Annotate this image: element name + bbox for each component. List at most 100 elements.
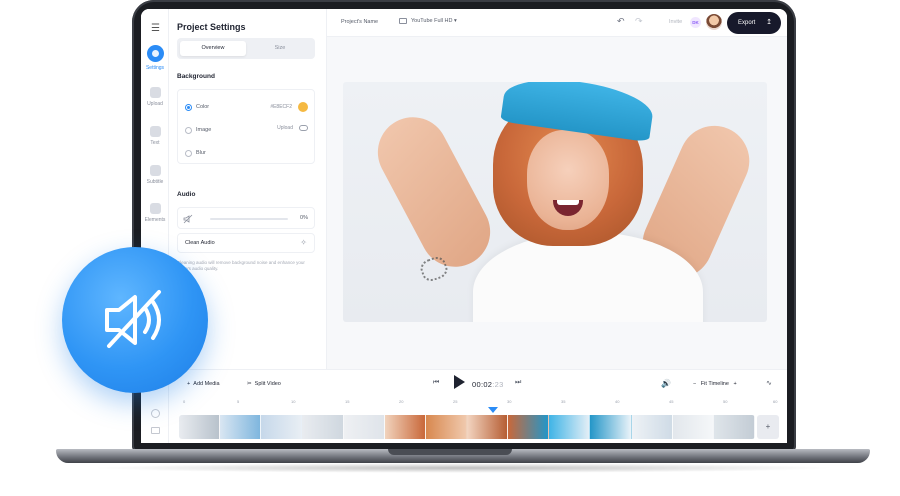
color-label: Color <box>196 104 210 110</box>
top-bar: Project's Name YouTube Full HD ▾ ↶ ↷ Inv… <box>327 9 787 37</box>
color-option[interactable]: Color <box>185 102 209 112</box>
ruler-tick: 50 <box>723 399 728 404</box>
text-icon <box>149 126 161 137</box>
tab-size[interactable]: Size <box>247 41 313 56</box>
add-media-button[interactable]: + Add Media <box>187 381 220 387</box>
clean-audio-label: Clean Audio <box>185 240 215 246</box>
panel-title: Project Settings <box>177 22 246 32</box>
video-arm-left <box>365 104 503 280</box>
fast-forward-icon[interactable]: ⏭ <box>515 379 521 387</box>
ruler-tick: 60 <box>773 399 778 404</box>
timeline-ruler[interactable]: 0 5 10 15 20 25 30 35 40 45 50 60 <box>179 399 781 411</box>
split-video-button[interactable]: ✂ Split Video <box>247 381 281 387</box>
sidebar-item-label: Subtitle <box>146 179 164 185</box>
color-value: #E8ECF2 <box>270 104 292 110</box>
sparkle-icon: ✧ <box>300 238 307 247</box>
split-video-label: Split Video <box>254 381 281 387</box>
redo-icon[interactable]: ↷ <box>635 16 643 27</box>
blur-option[interactable]: Blur <box>185 148 206 158</box>
mute-badge <box>62 247 208 393</box>
background-options: Color #E8ECF2 Image Upload Blur <box>177 89 315 164</box>
app-screen: ☰ Settings Upload Text Subtitle Elements… <box>141 9 787 443</box>
sidebar-item-text[interactable]: Text <box>141 126 169 146</box>
ruler-tick: 0 <box>183 399 186 404</box>
preview-stage <box>327 37 787 369</box>
sidebar-item-subtitle[interactable]: Subtitle <box>141 165 169 185</box>
cloud-upload-icon <box>299 125 308 131</box>
ruler-tick: 40 <box>615 399 620 404</box>
track-frame <box>220 415 262 439</box>
menu-icon[interactable]: ☰ <box>151 23 160 34</box>
laptop-shadow <box>90 463 836 473</box>
play-button[interactable] <box>454 375 465 389</box>
ruler-tick: 20 <box>399 399 404 404</box>
zoom-control[interactable]: − Fit Timeline + <box>693 381 737 387</box>
video-track[interactable] <box>179 415 755 439</box>
track-frame <box>179 415 221 439</box>
color-swatch[interactable] <box>298 102 308 112</box>
user-initials-badge[interactable]: DK <box>690 17 701 28</box>
upload-group[interactable]: Upload <box>277 125 308 131</box>
undo-icon[interactable]: ↶ <box>617 16 625 27</box>
time-frac: :23 <box>492 380 504 389</box>
upload-label: Upload <box>277 125 293 131</box>
transport-bar: + Add Media ✂ Split Video ⏮ 00:02:23 ⏭ 🔊… <box>169 369 787 397</box>
background-heading: Background <box>177 73 215 80</box>
blur-radio[interactable] <box>185 149 192 157</box>
tab-overview[interactable]: Overview <box>180 41 246 56</box>
playhead[interactable] <box>488 407 498 413</box>
track-frame <box>672 415 714 439</box>
help-icon[interactable] <box>151 409 160 418</box>
sidebar-item-label: Settings <box>145 65 165 71</box>
rewind-icon[interactable]: ⏮ <box>433 379 439 387</box>
laptop-notch <box>388 449 512 455</box>
track-frame <box>466 415 509 439</box>
track-frame <box>631 415 673 439</box>
audio-volume-row: 0% <box>177 207 315 229</box>
export-label: Export <box>738 20 756 26</box>
project-name[interactable]: Project's Name <box>341 19 378 25</box>
sidebar-item-upload[interactable]: Upload <box>141 87 169 107</box>
clean-audio-row[interactable]: Clean Audio ✧ <box>177 233 315 253</box>
color-radio[interactable] <box>185 103 192 111</box>
track-frame <box>384 415 426 439</box>
sidebar-item-elements[interactable]: Elements <box>141 203 169 223</box>
format-select[interactable]: YouTube Full HD ▾ <box>399 18 457 24</box>
image-radio[interactable] <box>185 126 192 134</box>
sidebar-item-settings[interactable]: Settings <box>141 45 169 71</box>
track-frame <box>261 415 303 439</box>
keyboard-icon[interactable] <box>151 427 160 434</box>
image-label: Image <box>196 127 212 133</box>
monitor-icon <box>399 18 407 24</box>
image-option[interactable]: Image <box>185 125 211 135</box>
ruler-tick: 35 <box>561 399 566 404</box>
track-frame <box>590 415 632 439</box>
track-frame <box>549 415 591 439</box>
volume-value: 0% <box>300 215 308 221</box>
panel-tabs: Overview Size <box>177 38 315 59</box>
track-frame <box>713 415 755 439</box>
waveform-icon[interactable]: ∿ <box>766 379 772 387</box>
track-frame <box>425 415 467 439</box>
playback-time: 00:02:23 <box>472 380 504 389</box>
invite-link[interactable]: Invite <box>669 19 682 25</box>
video-preview[interactable] <box>343 82 767 322</box>
add-clip-button[interactable]: + <box>757 415 779 439</box>
track-frame <box>343 415 385 439</box>
video-teeth <box>557 200 579 205</box>
export-upload-icon: ↥ <box>766 19 772 26</box>
sidebar-item-label: Text <box>150 140 160 146</box>
elements-icon <box>149 203 161 214</box>
ruler-tick: 30 <box>507 399 512 404</box>
ruler-tick: 45 <box>669 399 674 404</box>
export-button[interactable]: Export ↥ <box>727 12 781 34</box>
ruler-tick: 10 <box>291 399 296 404</box>
volume-slider[interactable] <box>210 218 288 220</box>
time-main: 00:02 <box>472 380 493 389</box>
track-frame <box>302 415 344 439</box>
subtitle-icon <box>149 165 161 176</box>
ruler-tick: 15 <box>345 399 350 404</box>
mute-icon[interactable] <box>183 214 193 224</box>
avatar[interactable] <box>706 14 722 30</box>
volume-icon[interactable]: 🔊 <box>661 379 671 388</box>
